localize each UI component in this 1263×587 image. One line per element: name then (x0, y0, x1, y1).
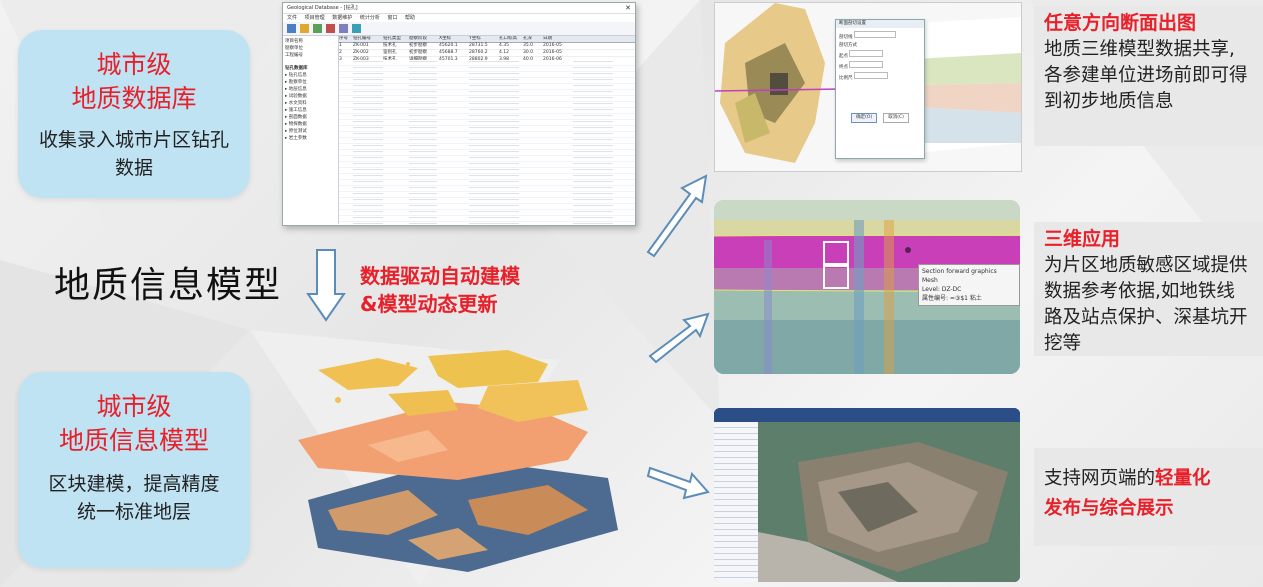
process-text: 数据驱动自动建模 &模型动态更新 (360, 262, 520, 318)
city-model-card: 城市级 地质信息模型 区块建模，提高精度 统一标准地层 (18, 372, 250, 568)
menu-item[interactable]: 帮助 (405, 15, 415, 21)
card-title-line2: 地质信息模型 (58, 426, 209, 455)
panel-text-red2: 发布与综合展示 (1044, 498, 1174, 519)
panel-title: 三维应用 (1044, 228, 1121, 250)
tooltip: Section forward graphics Mesh Level: DZ-… (918, 264, 1020, 306)
table-rows-filler (339, 60, 635, 224)
card-desc-line1: 区块建模，提高精度 (48, 473, 220, 495)
card-title-line2: 地质数据库 (71, 84, 197, 113)
tree-item[interactable]: ▸ 施工信息 (285, 107, 336, 114)
panel-text: 支持网页端的轻量化 (1044, 466, 1253, 492)
menu-item[interactable]: 文件 (287, 15, 297, 21)
center-title: 地质信息模型 (54, 265, 283, 306)
viewer-toolbar (714, 408, 1020, 422)
toolbar-filter-icon[interactable] (339, 24, 348, 33)
city-3d-graphic (758, 422, 1020, 582)
dialog-row[interactable]: 比例尺 (839, 72, 921, 83)
section-dialog: 断面剖切设置 剖切线 剖切方式 起点 终点 比例尺 确定(O) 取消(C) (835, 19, 925, 159)
toolbar-chart-icon[interactable] (326, 24, 335, 33)
3d-application-screenshot: Section forward graphics Mesh Level: DZ-… (714, 200, 1020, 374)
table-row[interactable]: 1 ZK-001 技术孔 初步勘察 45620.1 28731.5 4.35 35.0 2016… (339, 43, 635, 50)
city-database-card: 城市级 地质数据库 收集录入城市片区钻孔数据 (18, 30, 250, 198)
tree-item[interactable]: ▸ 原位测试 (285, 128, 336, 135)
tree-item[interactable]: ▸ 试验数据 (285, 93, 336, 100)
card-desc: 收集录入城市片区钻孔数据 (38, 129, 229, 179)
dialog-row[interactable]: 终点 (839, 61, 921, 72)
window-toolbar (283, 22, 635, 36)
tree-item[interactable]: ▸ 勘察单位 (285, 79, 336, 86)
panel-text-red1: 轻量化 (1155, 468, 1211, 489)
window-close-icon[interactable]: ✕ (625, 3, 631, 13)
tree-item[interactable]: ▸ 水文资料 (285, 100, 336, 107)
viewer-sidebar (714, 422, 758, 582)
panel-text: 地质三维模型数据共享,各参建单位进场前即可得到初步地质信息 (1044, 39, 1248, 112)
panel-title: 任意方向断面出图 (1044, 12, 1197, 34)
data-table: 序号 钻孔编号 钻孔类型 勘察阶段 X坐标 Y坐标 孔口标高 孔深 日期 1 ZK… (339, 36, 635, 224)
down-arrow-icon (306, 249, 346, 322)
panel-text: 为片区地质敏感区域提供数据参考依据,如地铁线路及站点保护、深基坑开挖等 (1044, 255, 1248, 354)
dialog-cancel-button[interactable]: 取消(C) (883, 113, 909, 123)
menu-item[interactable]: 数据维护 (332, 15, 352, 21)
menu-item[interactable]: 窗口 (387, 15, 397, 21)
menu-item[interactable]: 项目管理 (305, 15, 325, 21)
tooltip-line: 属性编号: =③$1 粘土 (922, 295, 982, 302)
database-window-screenshot: Geological Database - [钻孔] ✕ 文件 项目管理 数据维… (282, 2, 636, 226)
section-cut-screenshot: 断面剖切设置 剖切线 剖切方式 起点 终点 比例尺 确定(O) 取消(C) (714, 2, 1022, 172)
card-title-line1: 城市级 (96, 50, 172, 79)
tree-root[interactable]: 钻孔数据库 (285, 65, 336, 72)
tree-item[interactable]: ▸ 岩土参数 (285, 135, 336, 142)
toolbar-save-icon[interactable] (287, 24, 296, 33)
toolbar-table-icon[interactable] (313, 24, 322, 33)
table-row[interactable]: 2 ZK-002 鉴别孔 初步勘察 45688.7 28760.2 4.12 30.0 2016… (339, 50, 635, 57)
tree-item[interactable]: ▸ 地层信息 (285, 86, 336, 93)
field-label: 勘察单位 (285, 46, 303, 51)
dialog-ok-button[interactable]: 确定(O) (851, 113, 878, 123)
3d-application-panel: 三维应用 为片区地质敏感区域提供数据参考依据,如地铁线路及站点保护、深基坑开挖等 (1034, 222, 1263, 356)
card-title-line1: 城市级 (96, 392, 172, 421)
tree-item[interactable]: ▸ 钻孔信息 (285, 72, 336, 79)
card-desc-line2: 统一标准地层 (76, 501, 191, 523)
tree-item[interactable]: ▸ 剖面数据 (285, 114, 336, 121)
geo-layer-model-graphic (298, 350, 618, 572)
window-title: Geological Database - [钻孔] (287, 5, 358, 11)
dialog-row[interactable]: 起点 (839, 50, 921, 61)
toolbar-export-icon[interactable] (352, 24, 361, 33)
tree-item[interactable]: ▸ 物探数据 (285, 121, 336, 128)
dialog-title: 断面剖切设置 (836, 20, 924, 28)
arrow-to-3d-icon (648, 312, 710, 364)
process-text-line2: &模型动态更新 (360, 292, 498, 316)
panel-text-prefix: 支持网页端的 (1044, 468, 1156, 489)
window-menubar: 文件 项目管理 数据维护 统计分析 窗口 帮助 (283, 14, 635, 22)
section-output-panel: 任意方向断面出图 地质三维模型数据共享,各参建单位进场前即可得到初步地质信息 (1034, 6, 1263, 146)
menu-item[interactable]: 统计分析 (360, 15, 380, 21)
toolbar-open-icon[interactable] (300, 24, 309, 33)
web-viewer-screenshot (714, 408, 1020, 582)
arrow-to-web-icon (646, 466, 710, 500)
arrow-to-section-icon (646, 174, 708, 258)
window-titlebar: Geological Database - [钻孔] ✕ (283, 3, 635, 14)
field-label: 项目名称 (285, 39, 303, 44)
dialog-row[interactable]: 剖切方式 (839, 42, 921, 50)
window-sidebar: 项目名称 勘察单位 工程编号 钻孔数据库 ▸ 钻孔信息 ▸ 勘察单位 ▸ 地层信… (283, 36, 339, 224)
field-label: 工程编号 (285, 53, 303, 58)
process-text-line1: 数据驱动自动建模 (360, 264, 520, 288)
tooltip-line: Mesh (922, 277, 938, 284)
dialog-row[interactable]: 剖切线 (839, 31, 921, 42)
web-publish-panel: 支持网页端的轻量化 发布与综合展示 (1034, 448, 1263, 546)
tooltip-line: Section forward graphics (922, 268, 997, 275)
tooltip-line: Level: DZ-DC (922, 286, 962, 293)
table-header: 序号 钻孔编号 钻孔类型 勘察阶段 X坐标 Y坐标 孔口标高 孔深 日期 (339, 36, 635, 43)
